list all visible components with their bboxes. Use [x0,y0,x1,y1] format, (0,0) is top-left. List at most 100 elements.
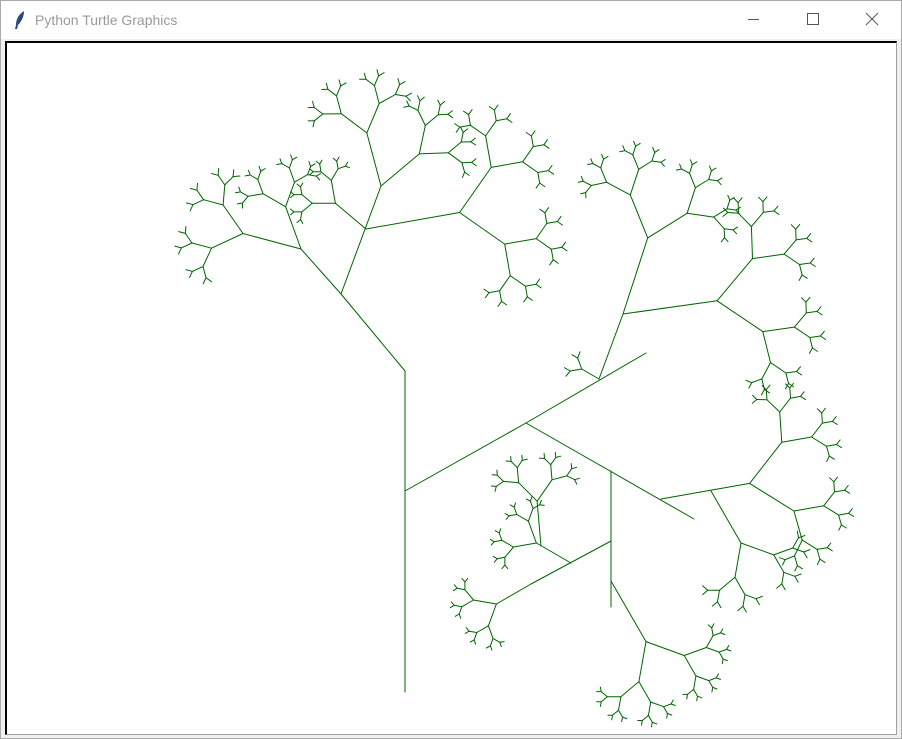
tree-branch [211,233,244,249]
tree-branch [670,699,674,705]
tree-branch [566,475,576,481]
tree-branch [590,181,608,186]
tree-branch [174,245,182,249]
tree-branch [783,253,800,265]
tree-branch [773,205,779,212]
close-button[interactable] [849,1,895,39]
tree-branch [641,720,643,726]
tree-branch [447,152,463,164]
tree-branch [247,193,264,197]
tree-branch [394,94,407,97]
tree-branch [202,277,207,285]
tree-branch [782,559,786,566]
tree-branch [485,120,497,137]
tree-branch [821,412,823,424]
tree-branch [660,159,666,163]
tree-branch [180,242,193,249]
tree-branch [816,547,828,550]
tree-branch [504,243,511,277]
tree-branch [489,637,494,647]
tree-branch [232,169,235,178]
tree-branch [705,647,720,653]
tree-branch [783,239,797,255]
tree-branch [638,641,647,683]
tree-branch [826,547,833,552]
tree-branch [530,130,536,137]
tree-branch [645,641,685,656]
tree-branch [518,482,538,502]
tree-branch [550,246,563,250]
turtle-canvas[interactable] [5,41,897,735]
tree-branch [629,168,640,196]
tree-branch [551,475,568,481]
tree-branch [535,238,552,250]
tree-branch [522,146,534,163]
tree-branch [632,145,637,156]
tree-branch [506,118,513,123]
tree-branch [222,204,244,234]
tree-branch [340,82,347,87]
tree-branch [462,171,466,178]
tree-branch [505,515,510,520]
tree-branch [726,208,737,211]
tree-branch [821,407,826,414]
tree-branch [670,703,676,706]
tree-branch [184,226,187,234]
tree-branch [624,150,634,156]
tree-branch [715,673,719,679]
tree-branch [723,228,734,231]
tree-branch [338,79,342,87]
tree-branch [522,161,539,173]
tree-branch [516,514,529,522]
tree-branch [765,389,768,401]
tree-branch [722,212,729,217]
tree-branch [763,388,771,394]
tree-branch [709,165,712,172]
tree-branch [504,238,537,245]
tree-branch [189,204,194,212]
tree-branch [600,167,608,183]
minimize-button[interactable] [729,1,775,39]
tree-branch [449,604,455,609]
tree-branch [695,675,710,682]
tree-branch [702,589,709,596]
tree-branch [726,648,732,652]
tree-branch [490,541,495,546]
tree-branch [535,278,541,285]
tree-branch [536,500,542,547]
tree-branch [598,313,624,380]
tree-branch [651,721,653,728]
tree-branch [618,709,623,718]
tree-branch [702,585,709,591]
tree-branch [793,326,811,338]
tree-branch [301,202,313,213]
tree-branch [242,233,302,250]
tree-branch [554,451,557,458]
tree-branch [755,598,760,606]
title-bar[interactable]: Python Turtle Graphics [1,1,901,39]
tree-branch [660,482,751,500]
tree-branch [762,326,795,333]
maximize-button[interactable] [789,1,835,39]
tree-branch [279,158,283,165]
tree-branch [336,95,342,115]
tree-branch [495,118,508,122]
tree-branch [834,489,846,493]
tree-branch [761,388,765,396]
tree-branch [460,126,464,133]
tree-branch [793,505,825,512]
tree-branch [800,395,806,401]
tree-branch [710,490,742,544]
tree-branch [727,212,739,214]
tree-branch [621,716,623,723]
tree-branch [660,161,665,167]
tree-branch [629,194,649,239]
tree-branch [498,528,502,534]
tree-branch [773,210,780,215]
tree-branch [686,693,688,700]
tree-branch [829,477,835,483]
tree-branch [726,199,731,210]
tree-branch [750,211,764,228]
tree-branch [340,293,406,372]
tree-branch [590,158,594,164]
